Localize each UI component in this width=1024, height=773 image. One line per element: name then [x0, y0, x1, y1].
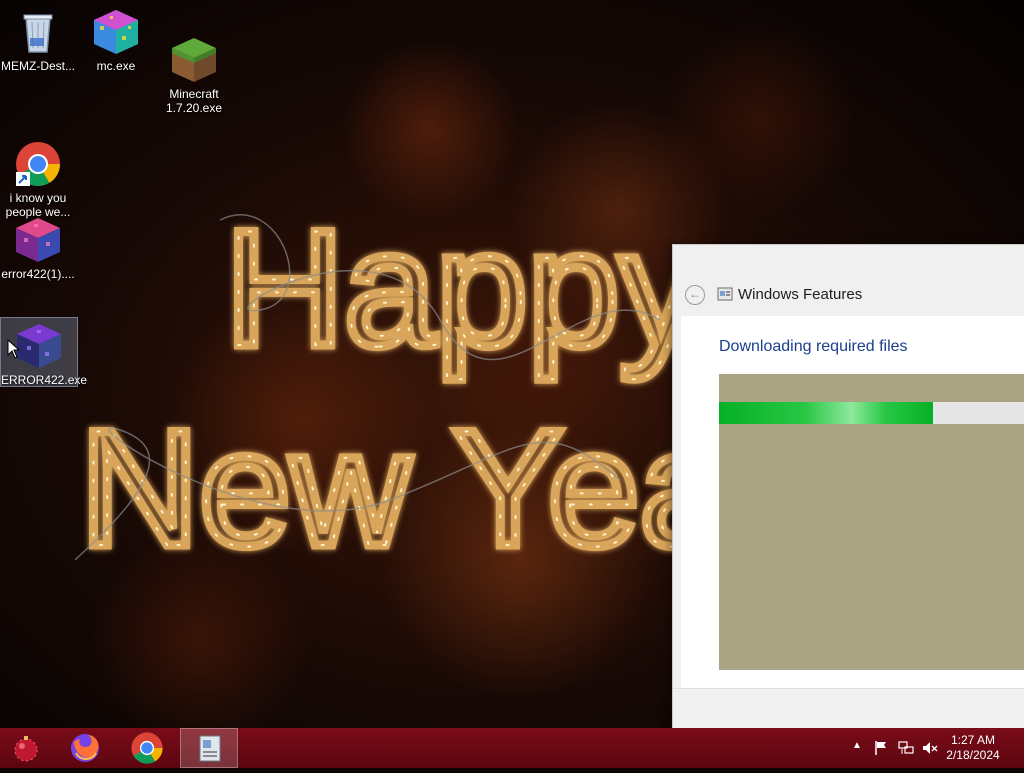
download-progress-fill [719, 402, 934, 424]
mouse-cursor-icon [7, 339, 21, 359]
window-footer [673, 688, 1024, 730]
firefox-icon [71, 734, 99, 762]
window-header: ← Windows Features [673, 245, 1024, 315]
show-hidden-icons[interactable]: ▲ [852, 740, 862, 751]
chrome-shortcut-icon [14, 126, 62, 187]
clock-time: 1:27 AM [950, 733, 996, 747]
recycle-bin-icon [14, 8, 62, 56]
volume-muted-icon[interactable] [922, 740, 938, 756]
windows-features-icon [717, 287, 733, 301]
pink-cube-icon [14, 216, 62, 264]
desktop-icon-mc-exe[interactable]: mc.exe [78, 4, 154, 73]
download-progress-bar [719, 402, 1024, 424]
system-tray: ▲ [848, 728, 938, 768]
windows-features-icon [199, 735, 221, 762]
action-center-flag-icon[interactable] [874, 740, 888, 756]
window-content: Downloading required files [681, 316, 1024, 688]
desktop-icon-minecraft[interactable]: Minecraft 1.7.20.exe [156, 4, 232, 129]
status-heading: Downloading required files [719, 338, 908, 355]
purple-cube-icon [15, 322, 63, 370]
desktop-icon-label: Minecraft 1.7.20.exe [165, 87, 223, 115]
taskbar-clock[interactable]: 1:27 AM 2/18/2024 [938, 733, 1008, 763]
start-orb-icon [14, 736, 38, 762]
chrome-icon [131, 732, 163, 764]
desktop-icon-label: mc.exe [96, 59, 136, 73]
start-button[interactable] [0, 728, 58, 768]
desktop-icon-label: MEMZ-Dest... [1, 59, 75, 73]
taskbar-windows-features[interactable] [180, 728, 238, 768]
svg-text:Happy: Happy [225, 196, 702, 380]
grass-block-icon [170, 22, 218, 82]
desktop-icon-label: error422(1).... [1, 267, 75, 281]
colorful-cube-icon [92, 8, 140, 56]
desktop-icon-memz[interactable]: MEMZ-Dest... [0, 4, 76, 73]
window-title: Windows Features [738, 286, 863, 303]
clock-date: 2/18/2024 [946, 748, 1000, 762]
progress-panel [719, 374, 1024, 670]
taskbar-chrome[interactable] [118, 728, 176, 768]
network-icon[interactable] [898, 740, 914, 756]
taskbar-firefox[interactable] [56, 728, 114, 768]
back-arrow-icon[interactable]: ← [685, 285, 705, 305]
desktop-icon-label: ERROR422.exe [1, 373, 88, 387]
taskbar: ▲ 1:27 AM 2/18/2024 [0, 728, 1024, 768]
windows-features-window: ← Windows Features Downloading required … [672, 244, 1024, 730]
desktop-icon-error422-copy[interactable]: error422(1).... [0, 212, 76, 281]
